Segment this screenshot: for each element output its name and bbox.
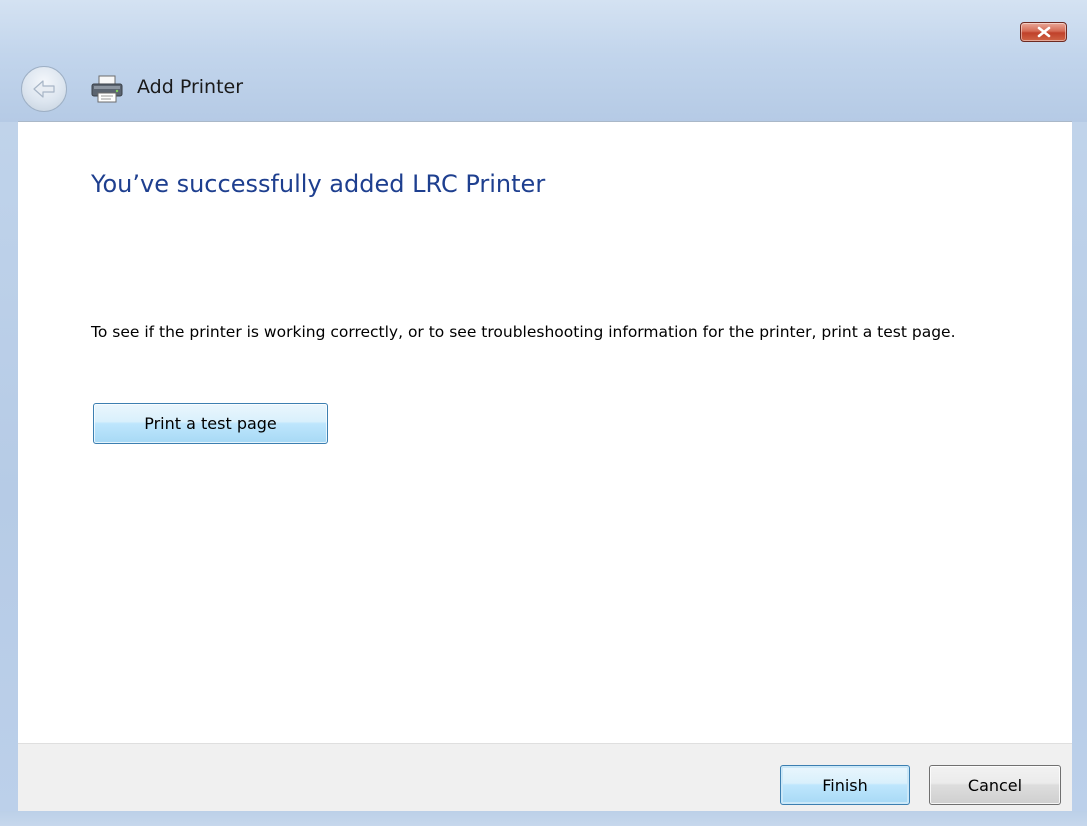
title-bar xyxy=(0,0,1087,122)
window-frame-bottom xyxy=(0,811,1087,826)
back-button[interactable] xyxy=(21,66,67,112)
close-icon xyxy=(1037,26,1050,38)
success-heading: You’ve successfully added LRC Printer xyxy=(91,170,546,198)
cancel-button[interactable]: Cancel xyxy=(929,765,1061,805)
wizard-footer: Finish Cancel xyxy=(18,743,1072,811)
add-printer-window: Add Printer You’ve successfully added LR… xyxy=(0,0,1087,826)
wizard-content: You’ve successfully added LRC Printer To… xyxy=(18,121,1072,743)
window-title: Add Printer xyxy=(137,76,244,98)
print-test-page-button[interactable]: Print a test page xyxy=(93,403,328,444)
back-arrow-icon xyxy=(33,80,55,98)
close-button[interactable] xyxy=(1020,22,1067,42)
printer-icon xyxy=(91,75,123,103)
finish-button[interactable]: Finish xyxy=(780,765,910,805)
instruction-text: To see if the printer is working correct… xyxy=(91,323,956,341)
